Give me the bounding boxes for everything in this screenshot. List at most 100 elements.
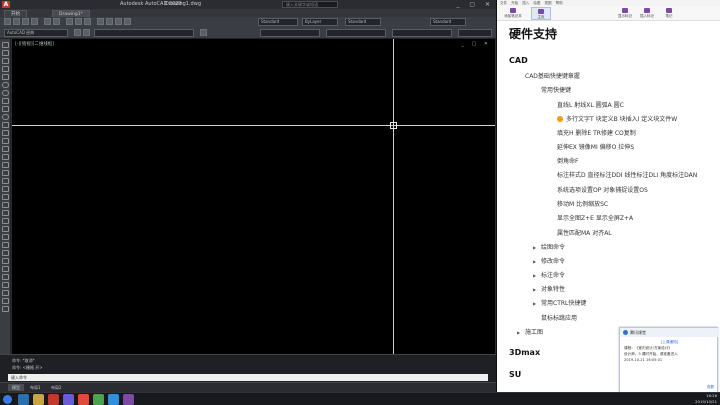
new-icon[interactable] xyxy=(4,18,11,25)
spline-tool-icon[interactable] xyxy=(2,106,9,112)
tab-layout2[interactable]: 布局2 xyxy=(47,384,66,391)
menu-view[interactable]: 视图 xyxy=(545,1,552,5)
revcloud-tool-icon[interactable] xyxy=(2,98,9,104)
notification-toast[interactable]: 腾讯课堂 [上课通知] 课程：《室内设计/方案设计》 设计师，3 课时开始，请准… xyxy=(619,327,719,393)
redo-icon[interactable] xyxy=(53,18,60,25)
collapse-arrow-icon[interactable]: ▶ xyxy=(533,245,541,250)
region-tool-icon[interactable] xyxy=(2,162,9,168)
join-tool-icon[interactable] xyxy=(2,282,9,288)
ie-icon[interactable] xyxy=(18,394,29,405)
rotate-tool-icon[interactable] xyxy=(2,234,9,240)
outline-item[interactable]: 倒角命F xyxy=(557,156,578,165)
layer-state-icon[interactable] xyxy=(83,29,90,36)
command-input[interactable]: 键入命令 xyxy=(8,374,488,381)
layer-icon[interactable] xyxy=(74,29,81,36)
system-clock[interactable]: 16:26 2019/10/21 xyxy=(695,393,717,405)
linetype-select[interactable] xyxy=(326,29,386,37)
menu-home[interactable]: 开始 xyxy=(511,1,518,5)
outline-item[interactable]: 延伸EX 镜像MI 偏移O 拉伸S xyxy=(557,142,634,151)
autocad-logo[interactable]: A xyxy=(2,1,10,8)
toast-view-button[interactable]: 查看 xyxy=(707,385,714,390)
collapse-arrow-icon[interactable]: ▶ xyxy=(533,259,541,264)
circle-tool-icon[interactable] xyxy=(2,90,9,96)
trim-tool-icon[interactable] xyxy=(2,258,9,264)
app-icon[interactable] xyxy=(78,394,89,405)
arc-tool-icon[interactable] xyxy=(2,82,9,88)
home-button[interactable]: 主页 xyxy=(531,7,551,20)
point-tool-icon[interactable] xyxy=(2,138,9,144)
collapse-arrow-icon[interactable]: ▶ xyxy=(533,273,541,278)
table-tool-icon[interactable] xyxy=(2,170,9,176)
outline-item[interactable]: ▶ 修改命令 xyxy=(533,256,565,265)
tool-palette-icon[interactable] xyxy=(115,18,122,25)
help-icon[interactable] xyxy=(124,18,131,25)
hatch-tool-icon[interactable] xyxy=(2,146,9,152)
tab-start[interactable]: 开始 xyxy=(4,10,27,17)
menu-insert[interactable]: 插入 xyxy=(522,1,529,5)
dim-style-select[interactable]: Standard xyxy=(345,18,381,26)
tab-layout1[interactable]: 布局1 xyxy=(26,384,45,391)
mirror-tool-icon[interactable] xyxy=(2,202,9,208)
page-title[interactable]: 硬件支持 xyxy=(509,25,557,42)
viewport-controls[interactable]: _ ▢ ✕ xyxy=(461,41,491,47)
app-icon[interactable] xyxy=(63,394,74,405)
app-icon[interactable] xyxy=(93,394,104,405)
ellipse-tool-icon[interactable] xyxy=(2,114,9,120)
outline-item[interactable]: 直线L 射线XL 圆弧A 圆C xyxy=(557,100,624,109)
pan-icon[interactable] xyxy=(66,18,73,25)
menu-help[interactable]: 帮助 xyxy=(556,1,563,5)
outline-item[interactable]: ▶ 常用CTRL快捷键 xyxy=(533,298,586,307)
outline-item[interactable]: 系统选项设置OP 对象捕捉设置OS xyxy=(557,185,648,194)
outline-heading[interactable]: SU xyxy=(509,370,521,379)
xline-tool-icon[interactable] xyxy=(2,50,9,56)
gradient-tool-icon[interactable] xyxy=(2,154,9,160)
polyline-tool-icon[interactable] xyxy=(2,58,9,64)
add-notebook-button[interactable]: 添加笔记本 xyxy=(503,7,523,20)
viewport-label[interactable]: [-][俯视][二维线框] xyxy=(15,41,54,47)
extend-tool-icon[interactable] xyxy=(2,266,9,272)
collapse-arrow-icon[interactable]: ▶ xyxy=(533,287,541,292)
menu-file[interactable]: 文件 xyxy=(500,1,507,5)
scale-tool-icon[interactable] xyxy=(2,242,9,248)
fillet-tool-icon[interactable] xyxy=(2,298,9,304)
explode-tool-icon[interactable] xyxy=(2,306,9,312)
outline-item[interactable]: ▶ 绘图命令 xyxy=(533,242,565,251)
layer-select[interactable] xyxy=(94,29,194,37)
multileader-style-select[interactable]: Standard xyxy=(430,18,466,26)
app-icon[interactable] xyxy=(108,394,119,405)
insert-block-icon[interactable] xyxy=(2,122,9,128)
outline-item[interactable]: 常用快捷键 xyxy=(541,85,571,94)
drawing-canvas[interactable]: [-][俯视][二维线框] _ ▢ ✕ xyxy=(12,39,495,354)
start-icon[interactable] xyxy=(3,395,12,404)
outline-item[interactable]: CAD基础快捷键章握 xyxy=(525,71,580,80)
design-center-icon[interactable] xyxy=(106,18,113,25)
zoom-icon[interactable] xyxy=(75,18,82,25)
erase-tool-icon[interactable] xyxy=(2,186,9,192)
outline-item[interactable]: 标注样式D 直径标注DDI 线性标注DLI 角度标注DAN xyxy=(557,170,697,179)
offset-tool-icon[interactable] xyxy=(2,210,9,216)
collapse-arrow-icon[interactable]: ▶ xyxy=(517,330,525,335)
search-input[interactable]: 键入关键字或短语 xyxy=(282,1,338,8)
plotstyle-select[interactable] xyxy=(458,29,492,37)
color-select[interactable] xyxy=(260,29,320,37)
outline-item[interactable]: 属性匹配MA 对齐AL xyxy=(557,228,612,237)
outline-item[interactable]: 显示全图Z+E 显示全屏Z+A xyxy=(557,213,633,222)
open-icon[interactable] xyxy=(13,18,20,25)
outline-item[interactable]: ▶ 标注命令 xyxy=(533,270,565,279)
window-controls[interactable]: _ ▢ ✕ xyxy=(456,0,494,9)
outline-item[interactable]: ▶ 对象特性 xyxy=(533,284,565,293)
break-tool-icon[interactable] xyxy=(2,274,9,280)
line-tool-icon[interactable] xyxy=(2,42,9,48)
todo-tag-icon[interactable] xyxy=(557,116,563,122)
collapse-arrow-icon[interactable]: ▶ xyxy=(533,301,541,306)
make-block-icon[interactable] xyxy=(2,130,9,136)
autocad-taskbar-icon[interactable] xyxy=(48,394,59,405)
outline-heading[interactable]: CAD xyxy=(509,56,528,65)
tab-drawing1[interactable]: Drawing1* xyxy=(52,10,90,17)
polygon-tool-icon[interactable] xyxy=(2,66,9,72)
outline-item[interactable]: 多行文字T 块定义B 块插入I 定义块文件W xyxy=(557,114,677,123)
undo-icon[interactable] xyxy=(44,18,51,25)
outline-item[interactable]: 移动M 比例缩放SC xyxy=(557,199,608,208)
outline-heading[interactable]: 3Dmax xyxy=(509,348,540,357)
stretch-tool-icon[interactable] xyxy=(2,250,9,256)
